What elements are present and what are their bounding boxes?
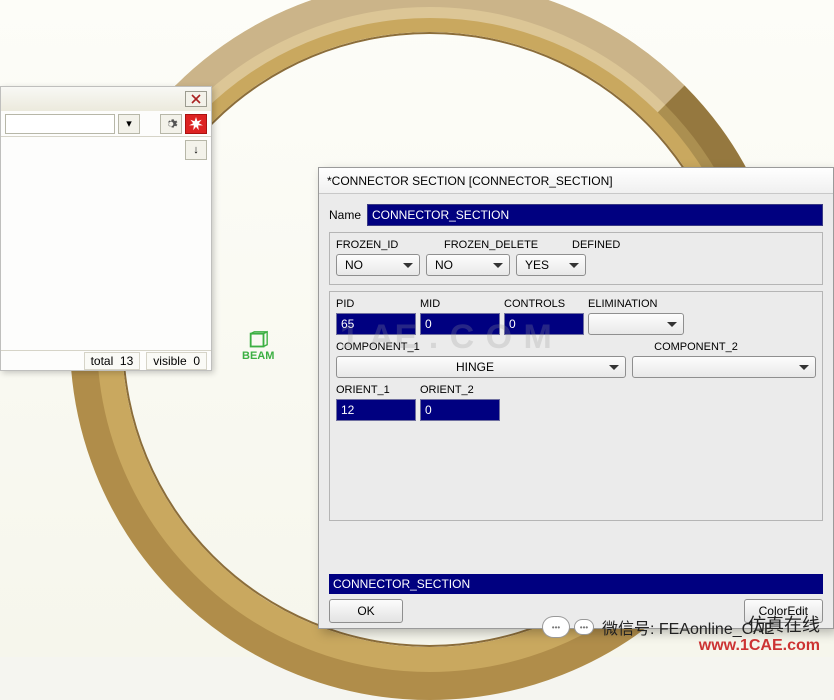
elimination-label: ELIMINATION [588,298,657,310]
beam-marker[interactable]: BEAM [242,330,274,362]
dialog-title: *CONNECTOR SECTION [CONNECTOR_SECTION] [319,168,833,194]
name-row: Name [329,204,823,226]
status-visible: visible 0 [146,352,207,370]
speech-bubble-small-icon [574,619,594,635]
ok-button[interactable]: OK [329,599,403,623]
footer-status-bar: CONNECTOR_SECTION [329,574,823,594]
orient2-label: ORIENT_2 [420,384,504,396]
status-visible-label: visible [153,354,186,368]
controls-label: CONTROLS [504,298,588,310]
status-total: total 13 [84,352,141,370]
speech-bubble-large-icon [542,616,570,638]
side-panel-titlebar [1,87,211,111]
side-panel: ▾ ↓ total 13 visible 0 [0,86,212,371]
frozen-delete-label: FROZEN_DELETE [444,239,554,251]
frozen-delete-value: NO [435,258,453,272]
connector-section-dialog: *CONNECTOR SECTION [CONNECTOR_SECTION] N… [318,167,834,629]
footer-status-text: CONNECTOR_SECTION [333,577,470,591]
elimination-select[interactable] [588,313,684,335]
frozen-group: FROZEN_ID FROZEN_DELETE DEFINED NO NO YE… [329,232,823,285]
component2-select[interactable] [632,356,816,378]
orient1-input[interactable] [336,399,416,421]
status-total-value: 13 [120,354,133,368]
defined-label: DEFINED [572,239,652,251]
site-url: www.1CAE.com [699,637,820,655]
dialog-body: Name FROZEN_ID FROZEN_DELETE DEFINED NO … [319,194,833,574]
frozen-delete-select[interactable]: NO [426,254,510,276]
component1-select[interactable]: HINGE [336,356,626,378]
brand-label: 仿真在线 [699,611,820,637]
component1-value: HINGE [456,360,494,374]
frozen-id-label: FROZEN_ID [336,239,426,251]
status-total-label: total [91,354,114,368]
pid-input[interactable] [336,313,416,335]
component2-label: COMPONENT_2 [576,341,816,353]
frozen-id-select[interactable]: NO [336,254,420,276]
mid-label: MID [420,298,504,310]
defined-value: YES [525,258,549,272]
side-panel-statusbar: total 13 visible 0 [1,350,211,370]
component1-label: COMPONENT_1 [336,341,576,353]
filter-select[interactable] [5,114,115,134]
beam-icon [247,330,269,352]
gear-icon[interactable] [160,114,182,134]
dropdown-icon[interactable]: ▾ [118,114,140,134]
frozen-id-value: NO [345,258,363,272]
defined-select[interactable]: YES [516,254,586,276]
name-label: Name [329,208,361,222]
status-visible-value: 0 [193,354,200,368]
side-panel-row2: ↓ [1,137,211,163]
orient1-label: ORIENT_1 [336,384,420,396]
burst-icon[interactable] [185,114,207,134]
controls-input[interactable] [504,313,584,335]
main-group: PID MID CONTROLS ELIMINATION COMPONENT_1… [329,291,823,521]
mid-input[interactable] [420,313,500,335]
close-icon[interactable] [185,91,207,107]
pid-label: PID [336,298,420,310]
orient2-input[interactable] [420,399,500,421]
dialog-title-text: *CONNECTOR SECTION [CONNECTOR_SECTION] [327,174,613,188]
site-footer: 仿真在线 www.1CAE.com [699,611,820,655]
arrow-down-icon[interactable]: ↓ [185,140,207,160]
side-panel-toolbar: ▾ [1,111,211,137]
name-input[interactable] [367,204,823,226]
